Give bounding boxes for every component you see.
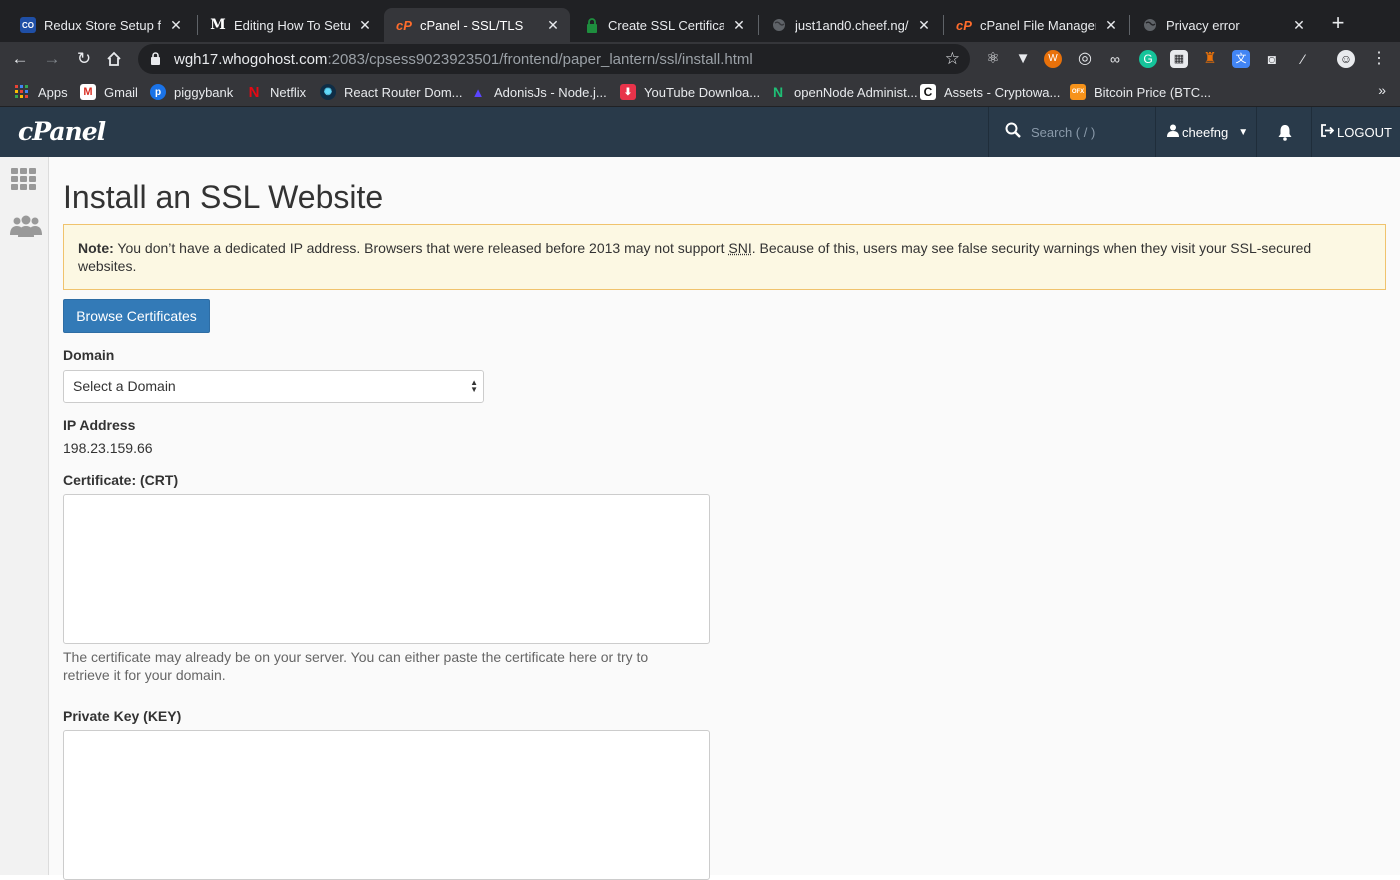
bookmark-opennode[interactable]: N openNode Administ... (770, 82, 918, 102)
piggybank-icon: p (150, 84, 166, 100)
browser-tab[interactable]: CO Redux Store Setup for ✕ (8, 8, 193, 42)
home-grid-icon[interactable] (9, 165, 41, 197)
browser-toolbar: ← → ↻ wgh17.whogohost.com:2083/cpsess902… (0, 42, 1400, 76)
reload-button[interactable]: ↻ (72, 47, 96, 71)
sni-warning-alert: Note: You don’t have a dedicated IP addr… (63, 224, 1386, 290)
browser-tab-strip: CO Redux Store Setup for ✕ M Editing How… (0, 0, 1400, 42)
browser-tab[interactable]: M Editing How To Setup ✕ (198, 8, 382, 42)
adonis-icon: ▲ (470, 84, 486, 100)
qr-code-icon[interactable]: ▦ (1170, 50, 1188, 68)
react-router-icon: ✺ (320, 84, 336, 100)
google-translate-icon[interactable]: 文 (1232, 50, 1250, 68)
address-bar[interactable]: wgh17.whogohost.com:2083/cpsess902392350… (138, 44, 970, 74)
vue-devtools-icon[interactable]: ▼ (1014, 50, 1032, 68)
cpanel-sidebar (0, 157, 49, 875)
bookmarks-bar: Apps M Gmail p piggybank N Netflix ✺ Rea… (0, 76, 1400, 107)
apps-grid-icon (14, 84, 30, 100)
browse-certificates-button[interactable]: Browse Certificates (63, 299, 210, 333)
bookmark-bitcoin-price[interactable]: OFX Bitcoin Price (BTC... (1070, 82, 1211, 102)
target-icon[interactable]: ◎ (1076, 50, 1094, 68)
eyedropper-icon[interactable]: ⁄ (1294, 50, 1312, 68)
home-icon[interactable] (102, 47, 126, 71)
close-tab-icon[interactable]: ✕ (732, 17, 746, 34)
chrome-menu-icon[interactable]: ⋮ (1370, 50, 1388, 68)
private-key-label: Private Key (KEY) (63, 708, 181, 724)
bookmark-youtube-downloader[interactable]: ⬇ YouTube Downloa... (620, 82, 760, 102)
bookmark-star-icon[interactable]: ☆ (945, 49, 960, 69)
logout-button[interactable]: LOGOUT (1313, 107, 1400, 157)
browser-tab[interactable]: cP cPanel File Manager v ✕ (944, 8, 1128, 42)
search-input[interactable]: Search ( / ) (1031, 125, 1095, 140)
cpanel-search[interactable]: Search ( / ) (988, 107, 1156, 157)
browser-tab-active[interactable]: cP cPanel - SSL/TLS ✕ (384, 8, 570, 42)
logout-icon (1321, 124, 1334, 140)
certificate-textarea[interactable] (63, 494, 710, 644)
co-icon: CO (20, 17, 36, 33)
search-icon (1005, 122, 1021, 143)
react-devtools-icon[interactable]: ⚛ (984, 50, 1002, 68)
caret-down-icon: ▼ (1238, 127, 1248, 138)
user-manager-icon[interactable] (9, 213, 41, 245)
user-menu[interactable]: cheefng ▼ (1157, 107, 1257, 157)
globe-icon (1142, 17, 1158, 33)
profile-avatar[interactable]: ☺ (1337, 50, 1355, 68)
page-title: Install an SSL Website (63, 179, 383, 216)
opennode-icon: N (770, 84, 786, 100)
camera-icon[interactable]: ◙ (1263, 50, 1281, 68)
user-icon (1167, 124, 1179, 140)
ip-address-value: 198.23.159.66 (63, 440, 153, 456)
main-content: Install an SSL Website Note: You don’t h… (49, 157, 1400, 875)
bookmark-apps[interactable]: Apps (14, 82, 68, 102)
domain-label: Domain (63, 347, 114, 363)
private-key-textarea[interactable] (63, 730, 710, 880)
bookmark-gmail[interactable]: M Gmail (80, 82, 138, 102)
grammarly-icon[interactable]: G (1139, 50, 1157, 68)
forward-button[interactable]: → (40, 47, 64, 71)
notifications-bell-icon[interactable] (1258, 107, 1312, 157)
cpanel-icon: cP (956, 17, 972, 33)
new-tab-button[interactable]: + (1326, 12, 1350, 36)
cpanel-header: cPanel Search ( / ) cheefng ▼ LOGOUT (0, 107, 1400, 157)
medium-icon: M (210, 17, 226, 33)
close-tab-icon[interactable]: ✕ (546, 17, 560, 34)
bookmarks-overflow-icon[interactable]: » (1378, 82, 1386, 98)
domain-select[interactable]: Select a Domain ▲ ▼ (63, 370, 484, 403)
back-button[interactable]: ← (8, 47, 32, 71)
bitcoin-icon: OFX (1070, 84, 1086, 100)
lock-icon (584, 17, 600, 33)
netflix-icon: N (246, 84, 262, 100)
bookmark-react-router[interactable]: ✺ React Router Dom... (320, 82, 463, 102)
sni-abbreviation: SNI (728, 240, 751, 256)
glasses-icon[interactable]: ∞ (1106, 50, 1124, 68)
close-tab-icon[interactable]: ✕ (917, 17, 931, 34)
close-tab-icon[interactable]: ✕ (169, 17, 183, 34)
browser-tab[interactable]: Create SSL Certificate ✕ (572, 8, 756, 42)
bookmark-piggybank[interactable]: p piggybank (150, 82, 233, 102)
lighthouse-icon[interactable]: ♜ (1201, 50, 1219, 68)
cpanel-icon: cP (396, 17, 412, 33)
wappalyzer-icon[interactable]: W (1044, 50, 1062, 68)
gmail-icon: M (80, 84, 96, 100)
ip-address-label: IP Address (63, 417, 135, 433)
lock-icon (150, 52, 164, 66)
close-tab-icon[interactable]: ✕ (1292, 17, 1306, 34)
globe-icon (771, 17, 787, 33)
select-arrows-icon: ▲ ▼ (470, 379, 478, 393)
username: cheefng (1182, 125, 1228, 140)
browser-tab[interactable]: Privacy error ✕ (1130, 8, 1316, 42)
certificate-help-text: The certificate may already be on your s… (63, 648, 683, 684)
close-tab-icon[interactable]: ✕ (1104, 17, 1118, 34)
browser-tab[interactable]: just1and0.cheef.ng/.we ✕ (759, 8, 941, 42)
youtube-download-icon: ⬇ (620, 84, 636, 100)
close-tab-icon[interactable]: ✕ (358, 17, 372, 34)
url-host: wgh17.whogohost.com (174, 51, 327, 68)
url-path: :2083/cpsess9023923501/frontend/paper_la… (327, 51, 752, 68)
cryptowat-icon: C (920, 84, 936, 100)
bookmark-netflix[interactable]: N Netflix (246, 82, 306, 102)
certificate-label: Certificate: (CRT) (63, 472, 178, 488)
cpanel-logo[interactable]: cPanel (18, 117, 105, 146)
bookmark-cryptowat[interactable]: C Assets - Cryptowa... (920, 82, 1060, 102)
bookmark-adonisjs[interactable]: ▲ AdonisJs - Node.j... (470, 82, 607, 102)
